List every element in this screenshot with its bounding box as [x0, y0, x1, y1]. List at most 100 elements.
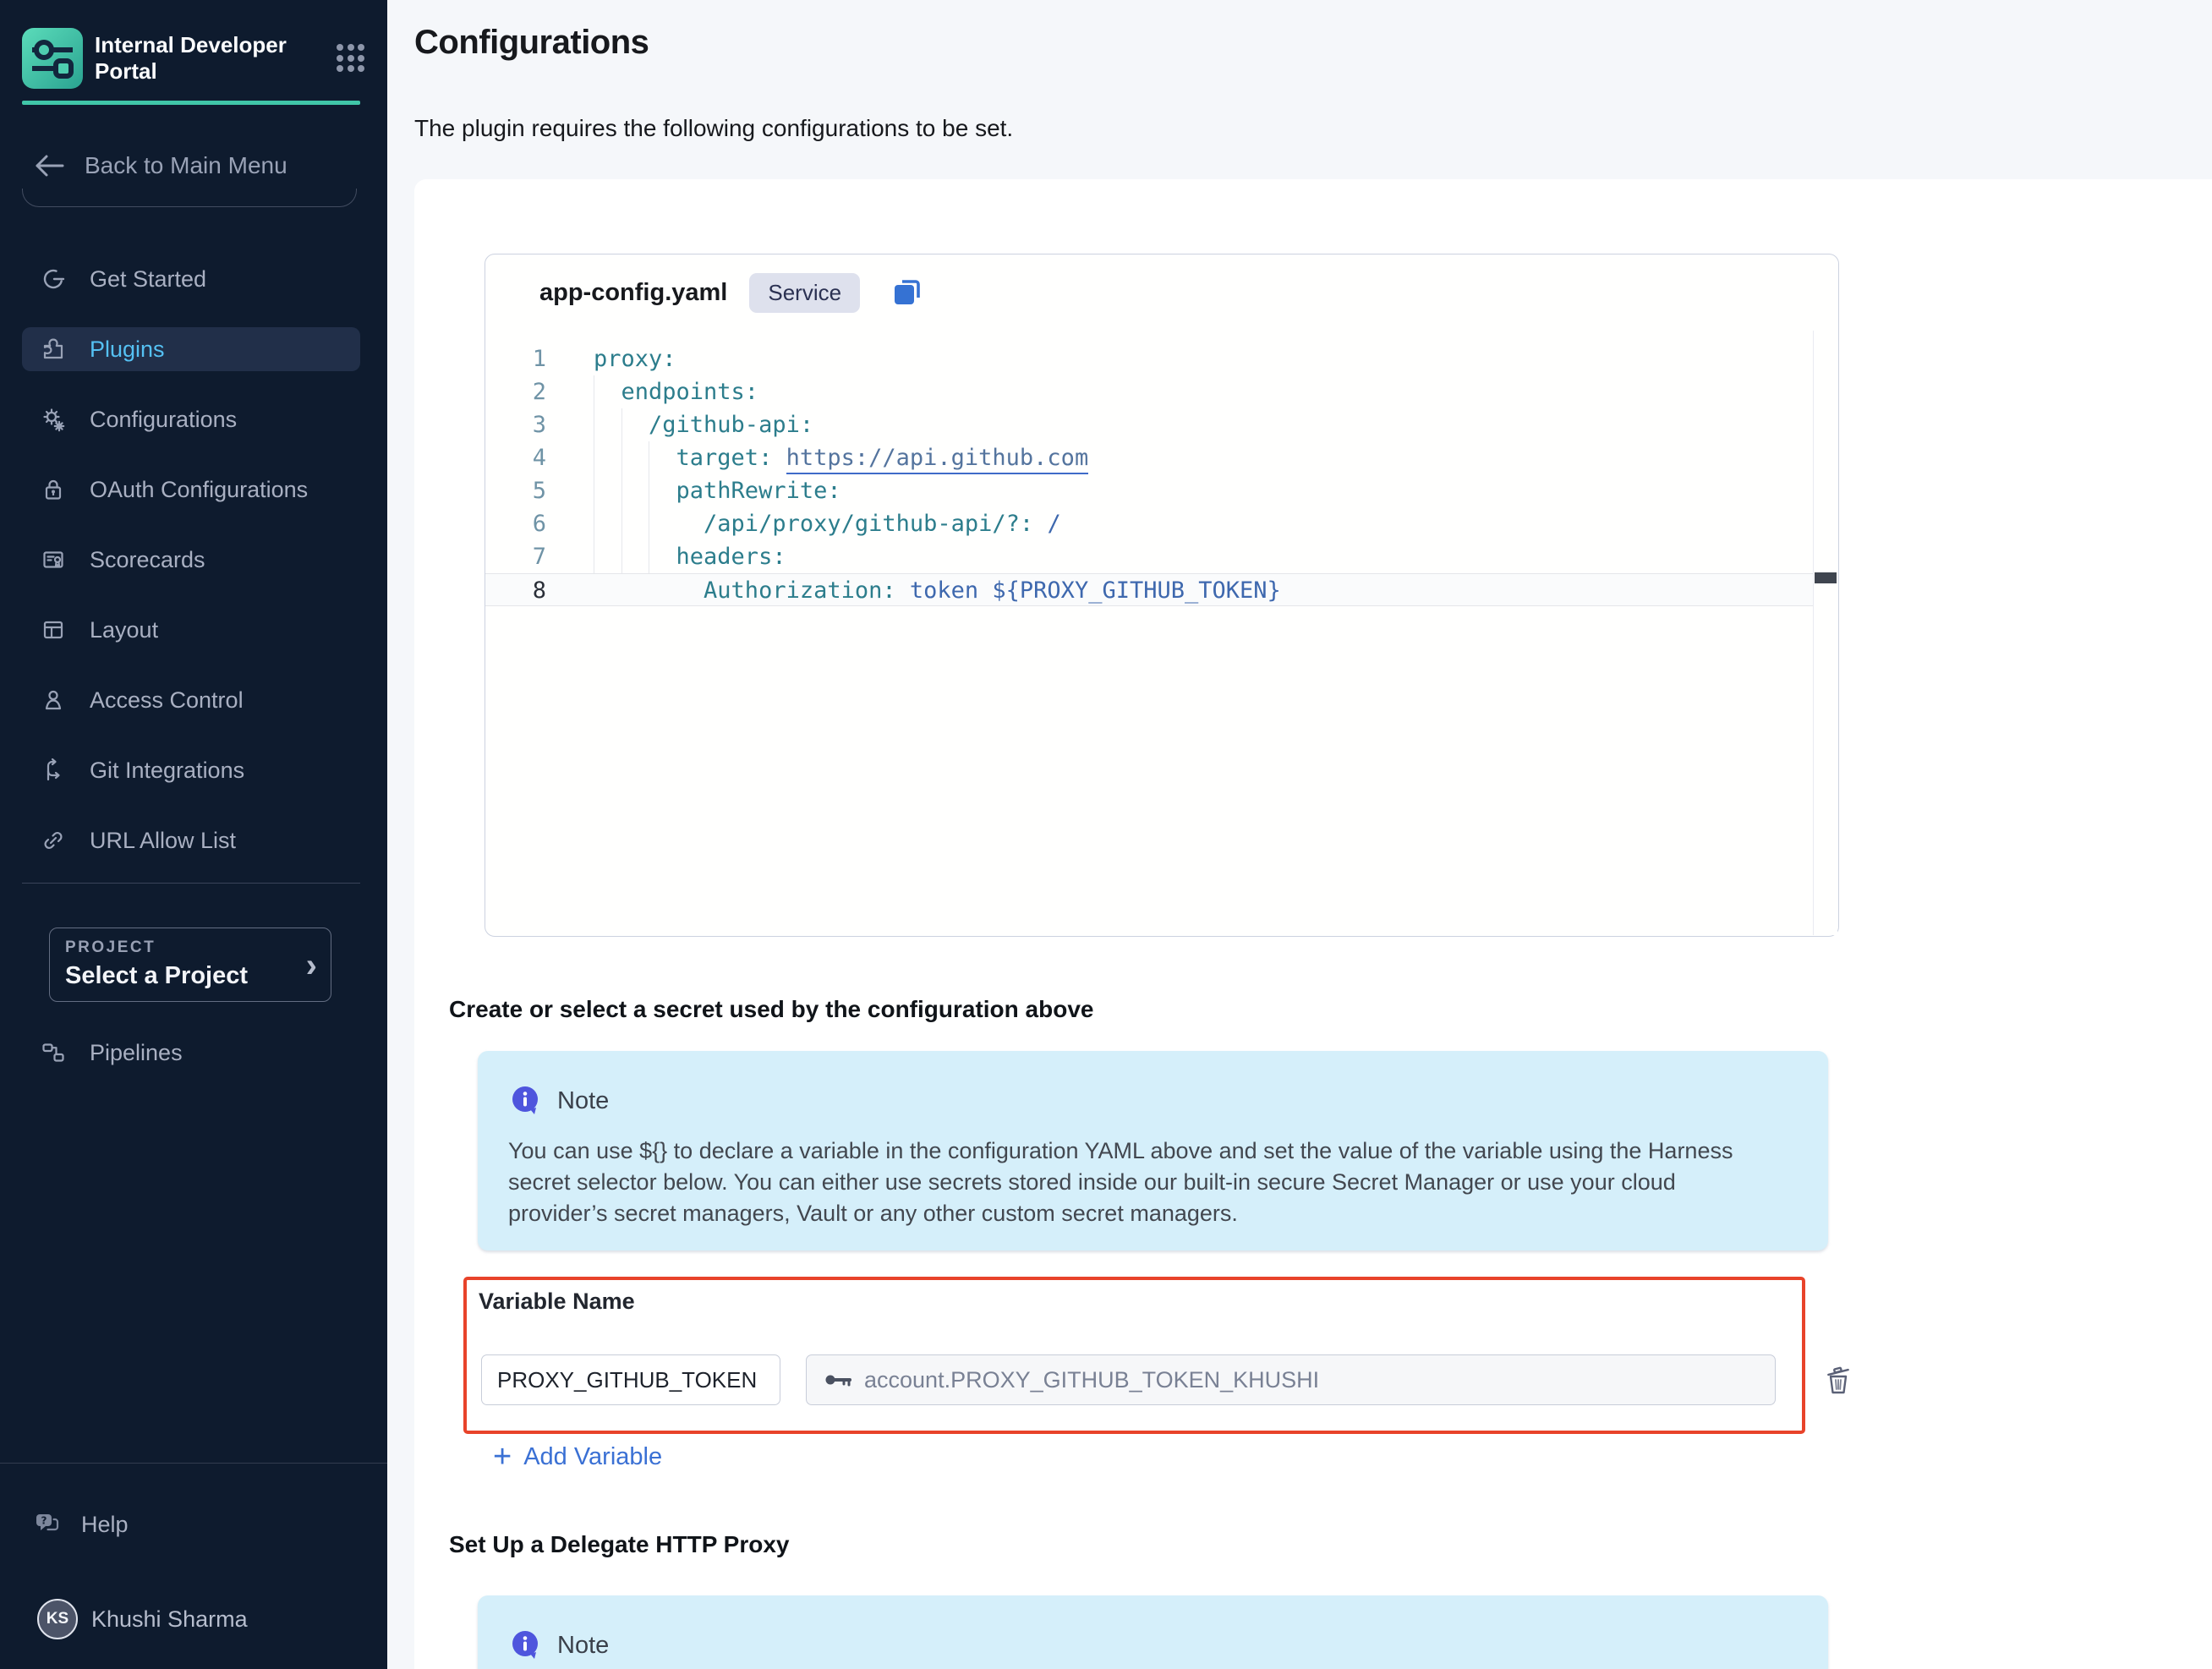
line-number: 6 [485, 507, 546, 540]
sidebar-item-label: OAuth Configurations [90, 477, 308, 503]
back-section-divider [22, 189, 357, 207]
code-line: 6 /api/proxy/github-api/?: / [485, 507, 1813, 540]
secret-value: account.PROXY_GITHUB_TOKEN_KHUSHI [864, 1367, 1319, 1393]
avatar: KS [37, 1599, 78, 1639]
editor-header: app-config.yaml Service [485, 254, 1838, 331]
back-label: Back to Main Menu [85, 152, 287, 179]
sidebar-item-label: Pipelines [90, 1040, 183, 1066]
sidebar-bottom-divider [0, 1463, 387, 1464]
scrollbar-thumb[interactable] [1815, 572, 1837, 583]
sidebar-item-scorecards[interactable]: Scorecards [22, 538, 360, 582]
app-root: Internal Developer Portal Back to Main M… [0, 0, 2212, 1669]
link-icon [41, 828, 66, 853]
sidebar-item-url-allow-list[interactable]: URL Allow List [22, 818, 360, 862]
user-account[interactable]: KS Khushi Sharma [37, 1599, 248, 1639]
line-number: 5 [485, 474, 546, 507]
sidebar-item-label: Layout [90, 617, 158, 643]
code-line: 7 headers: [485, 540, 1813, 573]
sidebar-divider [22, 883, 360, 884]
page-title: Configurations [414, 24, 649, 62]
sidebar-item-label: Git Integrations [90, 758, 244, 784]
sidebar-menu: Get Started Plugins [22, 257, 360, 862]
app-title: Internal Developer Portal [95, 32, 306, 85]
code-line: 4 target: https://api.github.com [485, 441, 1813, 474]
sidebar-item-pipelines[interactable]: Pipelines [22, 1031, 360, 1075]
secret-section-heading: Create or select a secret used by the co… [449, 996, 1093, 1023]
sidebar-item-oauth-configurations[interactable]: OAuth Configurations [22, 468, 360, 512]
plus-icon: + [493, 1441, 512, 1473]
line-number: 4 [485, 441, 546, 474]
chevron-right-icon: › [306, 950, 317, 981]
sidebar-item-layout[interactable]: Layout [22, 608, 360, 652]
pipelines-row: Pipelines [22, 1031, 360, 1075]
editor-filename: app-config.yaml [539, 279, 727, 307]
page-subtitle: The plugin requires the following config… [414, 115, 1013, 142]
sidebar-item-get-started[interactable]: Get Started [22, 257, 360, 301]
sidebar-item-label: Access Control [90, 687, 244, 714]
editor-scrollbar[interactable] [1813, 331, 1837, 935]
note-title: Note [557, 1632, 609, 1660]
delegate-proxy-heading: Set Up a Delegate HTTP Proxy [449, 1531, 790, 1558]
pipelines-icon [41, 1040, 66, 1065]
secret-selector[interactable]: account.PROXY_GITHUB_TOKEN_KHUSHI [806, 1354, 1776, 1405]
key-icon [824, 1370, 852, 1390]
plugins-icon [41, 337, 66, 362]
line-number: 1 [485, 342, 546, 375]
variable-highlight-box: Variable Name account.PROXY_GITHUB_TOKEN… [463, 1277, 1805, 1434]
svg-text:?: ? [41, 1515, 47, 1527]
note-title: Note [557, 1087, 609, 1115]
info-bubble-icon [508, 1628, 544, 1663]
project-selector[interactable]: PROJECT Select a Project › [49, 928, 331, 1002]
content-panel: app-config.yaml Service 1proxy: 2 endpoi… [414, 179, 2212, 1669]
git-branch-icon [41, 758, 66, 783]
service-badge: Service [749, 273, 860, 313]
note-body: You can use ${} to declare a variable in… [508, 1135, 1781, 1229]
sidebar-item-plugins[interactable]: Plugins [22, 327, 360, 371]
user-name: Khushi Sharma [91, 1606, 248, 1633]
help-chat-icon: ? [34, 1511, 61, 1538]
logo-row: Internal Developer Portal [22, 28, 365, 89]
line-number: 2 [485, 375, 546, 408]
delete-variable-icon[interactable] [1821, 1365, 1855, 1398]
line-number: 8 [485, 574, 546, 605]
sidebar-item-label: Configurations [90, 407, 237, 433]
copy-icon[interactable] [887, 273, 926, 312]
code-line: 5 pathRewrite: [485, 474, 1813, 507]
app-logo-icon [22, 28, 83, 89]
accent-rule [22, 101, 360, 105]
sidebar-item-configurations[interactable]: Configurations [22, 397, 360, 441]
yaml-code-editor[interactable]: 1proxy: 2 endpoints: 3 /github-api: 4 ta… [485, 331, 1813, 936]
sidebar-item-access-control[interactable]: Access Control [22, 678, 360, 722]
add-variable-button[interactable]: + Add Variable [493, 1441, 662, 1473]
arrow-left-icon [34, 153, 66, 178]
code-line-active: 8 Authorization: token ${PROXY_GITHUB_TO… [485, 573, 1813, 606]
person-icon [41, 687, 66, 713]
layout-icon [41, 617, 66, 643]
module-grid-icon[interactable] [337, 44, 365, 73]
code-line: 3 /github-api: [485, 408, 1813, 441]
yaml-editor-card: app-config.yaml Service 1proxy: 2 endpoi… [485, 254, 1839, 937]
code-line: 2 endpoints: [485, 375, 1813, 408]
lock-icon [41, 477, 66, 502]
sidebar: Internal Developer Portal Back to Main M… [0, 0, 387, 1669]
sidebar-item-git-integrations[interactable]: Git Integrations [22, 748, 360, 792]
variable-name-input[interactable] [481, 1354, 780, 1405]
note-box: Note You can use ${} to declare a variab… [478, 1051, 1828, 1250]
scorecard-icon [41, 547, 66, 572]
note-box: Note [478, 1595, 1828, 1669]
help-label: Help [81, 1512, 129, 1538]
help-button[interactable]: ? Help [34, 1504, 129, 1545]
project-eyebrow: PROJECT [65, 938, 315, 957]
variable-name-label: Variable Name [479, 1289, 635, 1315]
sidebar-item-label: Scorecards [90, 547, 205, 573]
get-started-icon [41, 266, 66, 292]
line-number: 3 [485, 408, 546, 441]
info-bubble-icon [508, 1083, 544, 1119]
sidebar-item-label: Get Started [90, 266, 206, 293]
configurations-icon [41, 407, 66, 432]
line-number: 7 [485, 540, 546, 573]
code-line: 1proxy: [485, 342, 1813, 375]
back-to-main-menu[interactable]: Back to Main Menu [34, 145, 287, 186]
sidebar-item-label: URL Allow List [90, 828, 236, 854]
code-link[interactable]: https://api.github.com [786, 441, 1089, 474]
